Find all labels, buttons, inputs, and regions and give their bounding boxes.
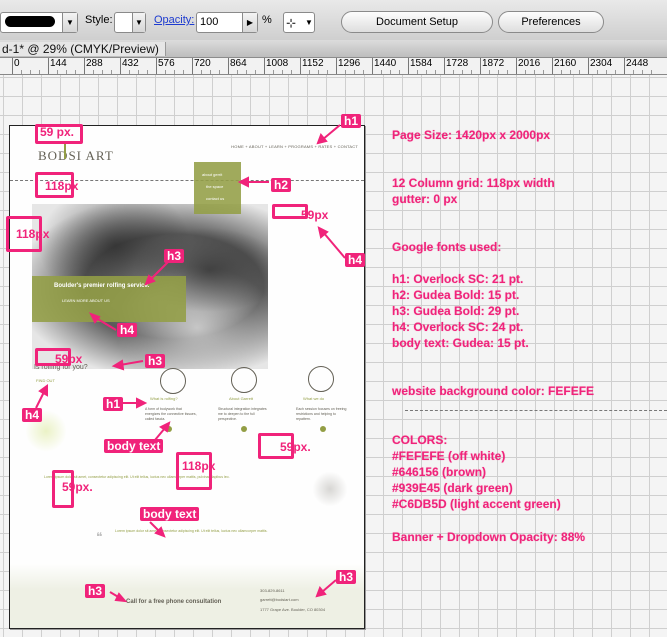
callout-arrows	[35, 124, 346, 603]
